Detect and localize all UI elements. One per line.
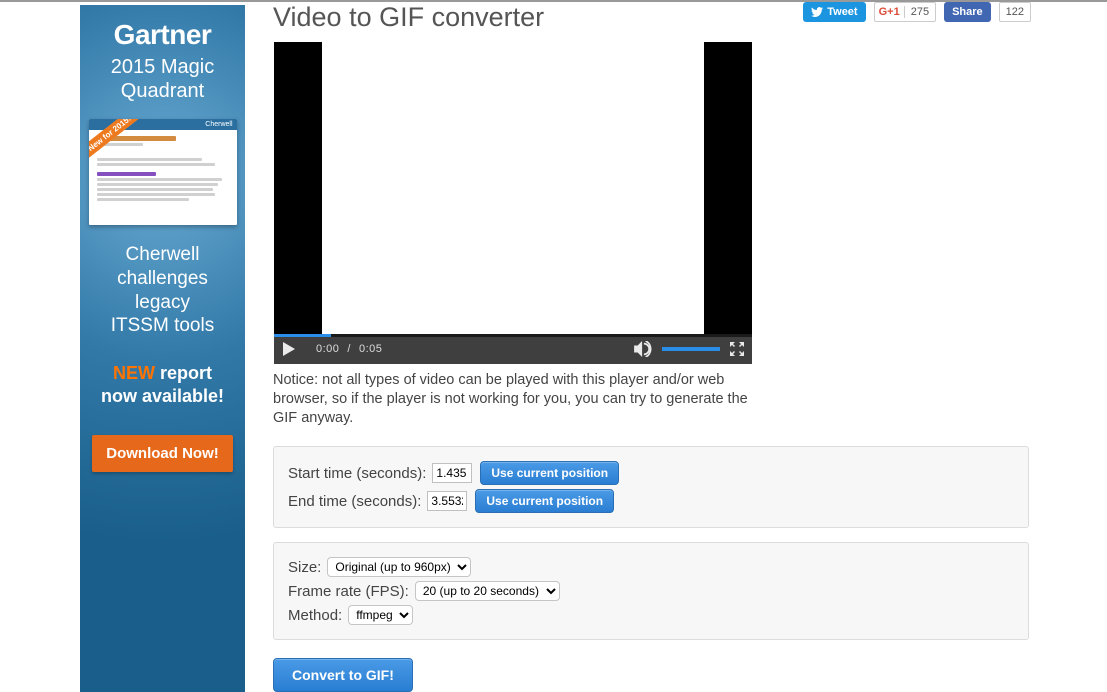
size-label: Size: [288, 559, 321, 576]
ad-report-2: now available! [101, 386, 224, 406]
time-panel: Start time (seconds): Use current positi… [273, 446, 1029, 528]
video-current-time: 0:00 [316, 343, 339, 355]
fps-select[interactable]: 20 (up to 20 seconds) [415, 581, 560, 601]
start-time-input[interactable] [432, 463, 472, 483]
start-time-label: Start time (seconds): [288, 465, 426, 482]
volume-slider[interactable] [662, 347, 720, 351]
fb-share-label: Share [952, 6, 983, 18]
ad-thumbnail: New for 2015! Cherwell [89, 119, 237, 225]
end-time-input[interactable] [427, 491, 467, 511]
tweet-button[interactable]: Tweet [803, 2, 865, 22]
download-now-button[interactable]: Download Now! [92, 435, 233, 472]
method-select[interactable]: ffmpeg [348, 605, 413, 625]
player-notice: Notice: not all types of video can be pl… [273, 371, 753, 428]
video-letterbox-left [274, 42, 322, 334]
ad-subtitle-2: Quadrant [121, 79, 204, 103]
video-controls: 0:00 / 0:05 [274, 334, 752, 364]
convert-button[interactable]: Convert to GIF! [273, 658, 413, 692]
fb-count: 122 [1000, 6, 1030, 18]
ad-title: Gartner [114, 19, 212, 51]
ad-new-report: NEW report now available! [101, 362, 224, 409]
sidebar-ad[interactable]: Gartner 2015 Magic Quadrant New for 2015… [80, 5, 245, 692]
method-label: Method: [288, 607, 342, 624]
end-time-label: End time (seconds): [288, 493, 421, 510]
video-duration: 0:05 [359, 343, 382, 355]
video-time-sep: / [347, 343, 351, 355]
fullscreen-icon[interactable] [730, 342, 744, 356]
video-letterbox-right [704, 42, 752, 334]
size-select[interactable]: Original (up to 960px) [327, 557, 471, 577]
gplus-count: 275 [905, 6, 935, 18]
fb-count-pill: 122 [999, 2, 1031, 22]
options-panel: Size: Original (up to 960px) Frame rate … [273, 542, 1029, 640]
video-player[interactable]: 0:00 / 0:05 [273, 41, 753, 365]
ad-report-1: report [160, 363, 212, 383]
gplus-button[interactable]: G+1 275 [874, 2, 936, 22]
use-current-end-button[interactable]: Use current position [475, 489, 614, 513]
ad-text-2: challenges [117, 267, 208, 291]
twitter-icon [811, 7, 823, 17]
gplus-label: G+1 [875, 6, 905, 18]
use-current-start-button[interactable]: Use current position [480, 461, 619, 485]
social-share-row: Tweet G+1 275 Share 122 [803, 2, 1031, 22]
play-icon[interactable] [282, 342, 296, 356]
volume-icon[interactable] [634, 341, 652, 357]
ad-text-1: Cherwell [126, 243, 200, 267]
tweet-label: Tweet [827, 6, 857, 18]
fb-share-button[interactable]: Share [944, 2, 991, 22]
ad-text-3: legacy [135, 291, 190, 315]
video-progress-bar[interactable] [274, 334, 752, 337]
ad-new-label: NEW [113, 363, 155, 383]
ad-text-4: ITSSM tools [111, 314, 214, 338]
fps-label: Frame rate (FPS): [288, 583, 409, 600]
ad-subtitle-1: 2015 Magic [111, 55, 214, 79]
